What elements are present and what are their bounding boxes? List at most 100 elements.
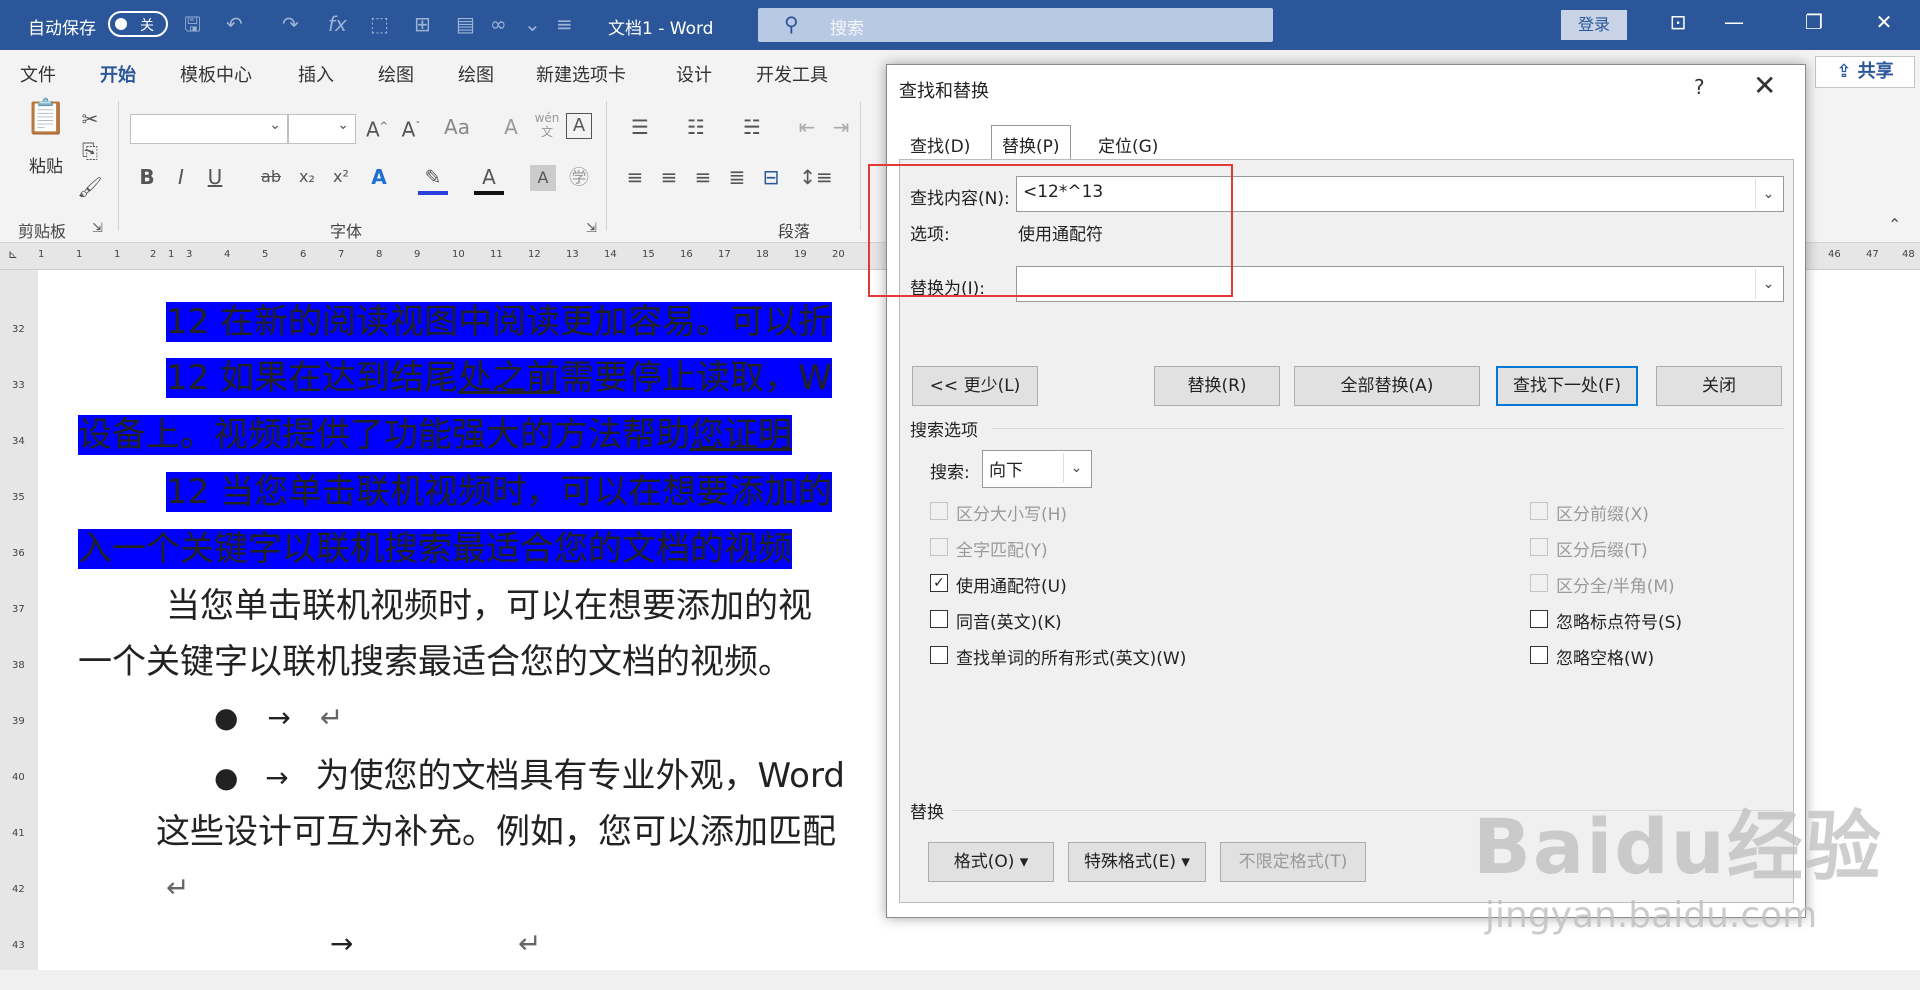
align-left-icon[interactable]: ≡ [620, 163, 650, 191]
italic-icon[interactable]: I [168, 163, 194, 191]
bullets-icon[interactable]: ☰ [620, 113, 660, 141]
tab-goto[interactable]: 定位(G) [1087, 125, 1169, 159]
formula-icon[interactable]: fx [328, 12, 347, 36]
font-launcher-icon[interactable]: ⇲ [586, 215, 597, 243]
sounds-like-checkbox[interactable] [930, 610, 948, 628]
doc-line[interactable]: 当您单击联机视频时，可以在想要添加的视 [166, 584, 812, 628]
paste-label[interactable]: 粘贴 [20, 153, 72, 181]
shrink-font-icon[interactable]: Aˇ [396, 113, 426, 144]
enclose-char-icon[interactable]: ㊫ [564, 163, 594, 191]
close-button[interactable]: 关闭 [1656, 366, 1782, 406]
doc-line-underlined[interactable]: 处之前 [458, 358, 560, 398]
ignore-punct-checkbox[interactable] [1530, 610, 1548, 628]
doc-line[interactable]: 12 在新的阅读视图中阅读更加容易。可以折 [166, 302, 833, 342]
special-button[interactable]: 特殊格式(E) ▾ [1068, 842, 1206, 882]
align-center-icon[interactable]: ≡ [654, 163, 684, 191]
tab-selector-icon[interactable]: ⊾ [8, 247, 18, 261]
cut-icon[interactable]: ✂ [76, 105, 104, 133]
tab-replace[interactable]: 替换(P) [991, 125, 1071, 159]
structure-icon[interactable]: ⊞ [414, 12, 431, 36]
search-direction-select[interactable]: 向下 ⌄ [982, 450, 1092, 488]
text-effect-icon[interactable]: A [364, 163, 394, 191]
menu-home[interactable]: 开始 [100, 61, 136, 96]
document-icon[interactable]: ▤ [456, 12, 475, 36]
clear-format-icon[interactable]: A [496, 113, 526, 141]
search-box[interactable]: ⚲ 搜索 [758, 8, 1273, 42]
help-icon[interactable]: ? [1694, 75, 1705, 99]
char-border-icon[interactable]: A [566, 113, 592, 139]
chevron-down-icon[interactable]: ⌄ [1063, 453, 1089, 483]
match-suffix-checkbox[interactable] [1530, 538, 1548, 556]
doc-line[interactable]: 一个关键字以联机搜索最适合您的文档的视频。 [78, 640, 792, 684]
format-button[interactable]: 格式(O) ▾ [928, 842, 1054, 882]
superscript-icon[interactable]: x² [328, 163, 354, 191]
wildcards-checkbox[interactable]: ✓ [930, 574, 948, 592]
char-shading-icon[interactable]: A [530, 165, 556, 191]
multilevel-list-icon[interactable]: ☵ [732, 113, 772, 141]
redo-icon[interactable]: ↷ [282, 12, 299, 36]
chevron-down-icon[interactable]: ⌄ [1755, 269, 1781, 299]
phonetic-guide-icon[interactable]: wén 文 [532, 111, 562, 139]
share-button[interactable]: ⇪ 共享 [1815, 56, 1915, 88]
justify-icon[interactable]: ≣ [722, 163, 752, 191]
paste-icon[interactable]: 📋 [20, 100, 72, 153]
line-spacing-icon[interactable]: ↕≡ [796, 163, 836, 191]
login-button[interactable]: 登录 [1561, 10, 1627, 40]
replace-all-button[interactable]: 全部替换(A) [1294, 366, 1480, 406]
find-next-button[interactable]: 查找下一处(F) [1496, 366, 1638, 406]
font-name-combo[interactable] [130, 114, 288, 144]
grow-font-icon[interactable]: A^ [362, 113, 392, 144]
menu-file[interactable]: 文件 [20, 61, 56, 87]
collapse-ribbon-icon[interactable]: ⌃ [1888, 211, 1901, 239]
doc-line[interactable]: 这些设计可互为补充。例如，您可以添加匹配 [156, 810, 836, 854]
all-word-forms-checkbox[interactable] [930, 646, 948, 664]
doc-line[interactable]: 入一个关键字以联机搜索最适合您的文档的视频 [78, 529, 792, 569]
bold-icon[interactable]: B [134, 163, 160, 191]
menu-draw[interactable]: 绘图 [378, 61, 414, 87]
strikethrough-icon[interactable]: ab [256, 163, 286, 191]
chevron-down-icon[interactable]: ⌄ [1755, 179, 1781, 209]
dropdown-icon[interactable]: ⌄ [524, 12, 541, 36]
menu-insert[interactable]: 插入 [298, 61, 334, 87]
copy-icon[interactable]: ⎘ [76, 137, 104, 165]
restore-icon[interactable]: ❐ [1796, 10, 1832, 34]
doc-line[interactable]: 设备上。视频提供了功能强大的方法帮助 [78, 415, 690, 455]
match-width-checkbox[interactable] [1530, 574, 1548, 592]
menu-developer[interactable]: 开发工具 [756, 61, 828, 87]
font-size-combo[interactable] [288, 114, 356, 144]
link-icon[interactable]: ∞ [490, 12, 507, 36]
menu-new-tab[interactable]: 新建选项卡 [536, 61, 626, 87]
replace-button[interactable]: 替换(R) [1154, 366, 1280, 406]
decrease-indent-icon[interactable]: ⇤ [792, 113, 822, 141]
ignore-space-checkbox[interactable] [1530, 646, 1548, 664]
customize-icon[interactable]: ≡ [556, 12, 573, 36]
tab-find[interactable]: 查找(D) [899, 125, 981, 159]
window-close-icon[interactable]: ✕ [1866, 10, 1902, 34]
doc-line[interactable]: 12 如果在达到结尾 [166, 358, 458, 398]
select-icon[interactable]: ⬚ [370, 12, 389, 36]
dialog-close-icon[interactable]: ✕ [1753, 69, 1776, 102]
no-formatting-button[interactable]: 不限定格式(T) [1220, 842, 1366, 882]
distributed-icon[interactable]: ⊟ [756, 163, 786, 191]
underline-icon[interactable]: U [202, 163, 228, 191]
doc-line-underlined[interactable]: 您证明 [690, 415, 792, 455]
doc-line[interactable]: 需要停止读取，W [560, 358, 832, 398]
highlight-color-icon[interactable]: ✎ [418, 163, 448, 195]
whole-word-checkbox[interactable] [930, 538, 948, 556]
minimize-icon[interactable]: — [1716, 10, 1752, 34]
align-right-icon[interactable]: ≡ [688, 163, 718, 191]
subscript-icon[interactable]: x₂ [294, 163, 320, 191]
clipboard-launcher-icon[interactable]: ⇲ [92, 215, 103, 243]
ribbon-display-icon[interactable]: ⊡ [1660, 10, 1696, 34]
undo-icon[interactable]: ↶ [226, 12, 243, 36]
numbering-icon[interactable]: ☷ [676, 113, 716, 141]
menu-draw-2[interactable]: 绘图 [458, 61, 494, 87]
menu-design[interactable]: 设计 [676, 61, 712, 87]
save-icon[interactable]: 🖫 [184, 12, 201, 36]
doc-line[interactable]: 为使您的文档具有专业外观，Word [316, 756, 845, 796]
change-case-icon[interactable]: Aa [436, 113, 478, 141]
format-painter-icon[interactable]: 🖌 [76, 173, 104, 201]
doc-line[interactable]: 12 当您单击联机视频时，可以在想要添加的 [166, 472, 833, 512]
less-button[interactable]: << 更少(L) [912, 366, 1038, 406]
match-case-checkbox[interactable] [930, 502, 948, 520]
